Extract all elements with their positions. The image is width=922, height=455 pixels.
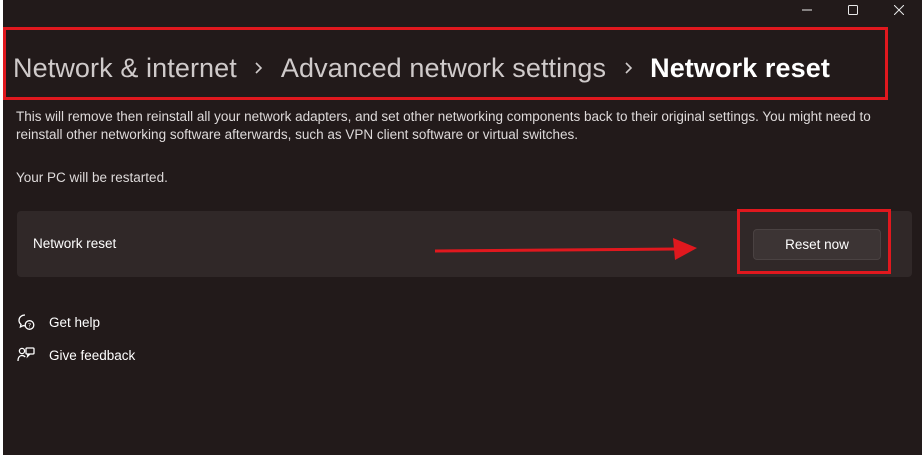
settings-window: Network & internet Advanced network sett… bbox=[3, 0, 922, 455]
feedback-icon bbox=[16, 345, 36, 365]
network-reset-label: Network reset bbox=[33, 236, 117, 251]
reset-description: This will remove then reinstall all your… bbox=[16, 109, 871, 142]
give-feedback-label: Give feedback bbox=[49, 347, 136, 363]
help-links: ? Get help Give feedback bbox=[16, 312, 135, 378]
close-icon bbox=[894, 5, 904, 15]
breadcrumb-advanced-network-settings[interactable]: Advanced network settings bbox=[281, 53, 606, 84]
get-help-label: Get help bbox=[49, 314, 101, 330]
minimize-icon bbox=[802, 9, 812, 11]
page-title: Network reset bbox=[650, 52, 830, 83]
close-button[interactable] bbox=[876, 0, 922, 20]
breadcrumb-network-internet[interactable]: Network & internet bbox=[13, 53, 237, 84]
reset-now-button[interactable]: Reset now bbox=[753, 229, 881, 260]
network-reset-card: Network reset Reset now bbox=[17, 211, 912, 277]
chevron-right-icon bbox=[237, 61, 281, 75]
svg-text:?: ? bbox=[28, 321, 31, 329]
minimize-button[interactable] bbox=[784, 0, 830, 20]
breadcrumb: Network & internet Advanced network sett… bbox=[13, 47, 830, 89]
get-help-link[interactable]: ? Get help bbox=[16, 312, 135, 332]
maximize-icon bbox=[848, 5, 858, 15]
caption-buttons bbox=[784, 0, 922, 20]
give-feedback-link[interactable]: Give feedback bbox=[16, 345, 135, 365]
restart-note: Your PC will be restarted. bbox=[16, 170, 168, 185]
maximize-button[interactable] bbox=[830, 0, 876, 20]
help-chat-icon: ? bbox=[16, 312, 36, 332]
chevron-right-icon bbox=[606, 61, 650, 75]
